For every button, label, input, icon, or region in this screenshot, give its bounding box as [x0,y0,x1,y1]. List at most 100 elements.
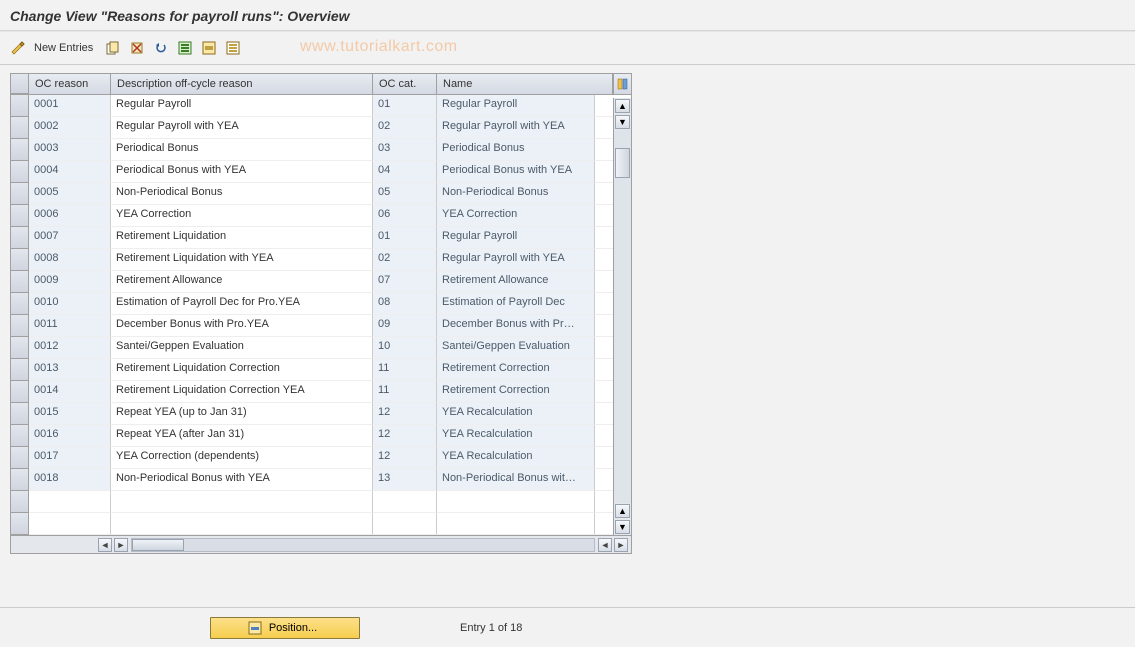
cell-name[interactable]: Non-Periodical Bonus wit… [437,469,595,491]
cell-oc-cat[interactable]: 12 [373,447,437,469]
scroll-up-step-icon[interactable]: ▼ [615,115,630,129]
cell-oc-reason[interactable]: 0012 [29,337,111,359]
cell-oc-cat[interactable]: 13 [373,469,437,491]
row-selector[interactable] [11,491,29,513]
scroll-down-step-icon[interactable]: ▲ [615,504,630,518]
cell-oc-cat[interactable]: 02 [373,117,437,139]
cell-description[interactable]: Retirement Liquidation [111,227,373,249]
cell-oc-cat[interactable]: 07 [373,271,437,293]
row-selector[interactable] [11,293,29,315]
cell-oc-reason[interactable]: 0009 [29,271,111,293]
scroll-left-end-icon[interactable]: ◄ [598,538,612,552]
cell-name[interactable]: Retirement Correction [437,381,595,403]
cell-oc-reason[interactable] [29,513,111,535]
cell-description[interactable]: Repeat YEA (after Jan 31) [111,425,373,447]
row-selector[interactable] [11,271,29,293]
deselect-all-icon[interactable] [223,38,243,58]
cell-oc-cat[interactable]: 01 [373,95,437,117]
cell-name[interactable]: Regular Payroll with YEA [437,117,595,139]
row-selector[interactable] [11,139,29,161]
cell-oc-reason[interactable]: 0001 [29,95,111,117]
row-selector[interactable] [11,227,29,249]
row-selector[interactable] [11,183,29,205]
row-selector[interactable] [11,117,29,139]
cell-name[interactable]: YEA Recalculation [437,403,595,425]
cell-description[interactable]: YEA Correction [111,205,373,227]
cell-oc-reason[interactable]: 0016 [29,425,111,447]
row-selector[interactable] [11,315,29,337]
cell-name[interactable]: Regular Payroll [437,95,595,117]
select-block-icon[interactable] [199,38,219,58]
cell-oc-cat[interactable]: 03 [373,139,437,161]
delete-icon[interactable] [127,38,147,58]
cell-description[interactable]: Periodical Bonus [111,139,373,161]
cell-oc-cat[interactable]: 11 [373,381,437,403]
row-selector[interactable] [11,425,29,447]
cell-oc-reason[interactable]: 0017 [29,447,111,469]
cell-description[interactable]: Retirement Liquidation with YEA [111,249,373,271]
cell-oc-cat[interactable]: 06 [373,205,437,227]
row-selector[interactable] [11,359,29,381]
cell-description[interactable]: Retirement Liquidation Correction [111,359,373,381]
cell-description[interactable]: Repeat YEA (up to Jan 31) [111,403,373,425]
table-settings-icon[interactable] [613,74,631,94]
cell-oc-reason[interactable]: 0003 [29,139,111,161]
vscroll-thumb[interactable] [615,148,630,178]
cell-oc-reason[interactable]: 0007 [29,227,111,249]
cell-name[interactable]: Regular Payroll [437,227,595,249]
new-entries-button[interactable]: New Entries [34,42,93,54]
select-all-icon[interactable] [175,38,195,58]
cell-description[interactable]: December Bonus with Pro.YEA [111,315,373,337]
cell-oc-reason[interactable]: 0014 [29,381,111,403]
scroll-right-arrow-icon[interactable]: ► [114,538,128,552]
row-selector[interactable] [11,205,29,227]
cell-name[interactable]: Estimation of Payroll Dec [437,293,595,315]
corner-selector[interactable] [11,74,29,94]
row-selector[interactable] [11,337,29,359]
row-selector[interactable] [11,161,29,183]
column-header-oc-cat[interactable]: OC cat. [373,74,437,94]
cell-oc-cat[interactable] [373,513,437,535]
row-selector[interactable] [11,403,29,425]
cell-oc-reason[interactable]: 0015 [29,403,111,425]
cell-name[interactable] [437,513,595,535]
scroll-right-end-icon[interactable]: ► [614,538,628,552]
toggle-change-icon[interactable] [8,38,28,58]
cell-name[interactable]: Regular Payroll with YEA [437,249,595,271]
cell-oc-reason[interactable]: 0008 [29,249,111,271]
cell-oc-cat[interactable]: 12 [373,425,437,447]
cell-oc-cat[interactable]: 04 [373,161,437,183]
cell-oc-cat[interactable]: 01 [373,227,437,249]
cell-name[interactable]: Periodical Bonus with YEA [437,161,595,183]
cell-name[interactable]: Santei/Geppen Evaluation [437,337,595,359]
cell-oc-reason[interactable] [29,491,111,513]
copy-icon[interactable] [103,38,123,58]
cell-oc-reason[interactable]: 0004 [29,161,111,183]
scroll-up-arrow-icon[interactable]: ▲ [615,99,630,113]
cell-description[interactable]: Non-Periodical Bonus with YEA [111,469,373,491]
hscroll-track[interactable] [131,538,595,552]
cell-name[interactable]: Non-Periodical Bonus [437,183,595,205]
row-selector[interactable] [11,513,29,535]
cell-name[interactable]: Periodical Bonus [437,139,595,161]
row-selector[interactable] [11,249,29,271]
cell-name[interactable]: December Bonus with Pr… [437,315,595,337]
column-header-oc-reason[interactable]: OC reason [29,74,111,94]
undo-icon[interactable] [151,38,171,58]
cell-description[interactable]: Regular Payroll [111,95,373,117]
cell-name[interactable] [437,491,595,513]
cell-description[interactable]: Regular Payroll with YEA [111,117,373,139]
cell-oc-reason[interactable]: 0018 [29,469,111,491]
cell-name[interactable]: YEA Recalculation [437,447,595,469]
cell-oc-cat[interactable]: 02 [373,249,437,271]
cell-description[interactable] [111,491,373,513]
cell-oc-cat[interactable]: 08 [373,293,437,315]
column-header-description[interactable]: Description off-cycle reason [111,74,373,94]
column-header-name[interactable]: Name [437,74,613,94]
cell-description[interactable] [111,513,373,535]
cell-oc-cat[interactable]: 12 [373,403,437,425]
cell-description[interactable]: YEA Correction (dependents) [111,447,373,469]
cell-oc-reason[interactable]: 0006 [29,205,111,227]
cell-name[interactable]: Retirement Allowance [437,271,595,293]
cell-description[interactable]: Retirement Allowance [111,271,373,293]
